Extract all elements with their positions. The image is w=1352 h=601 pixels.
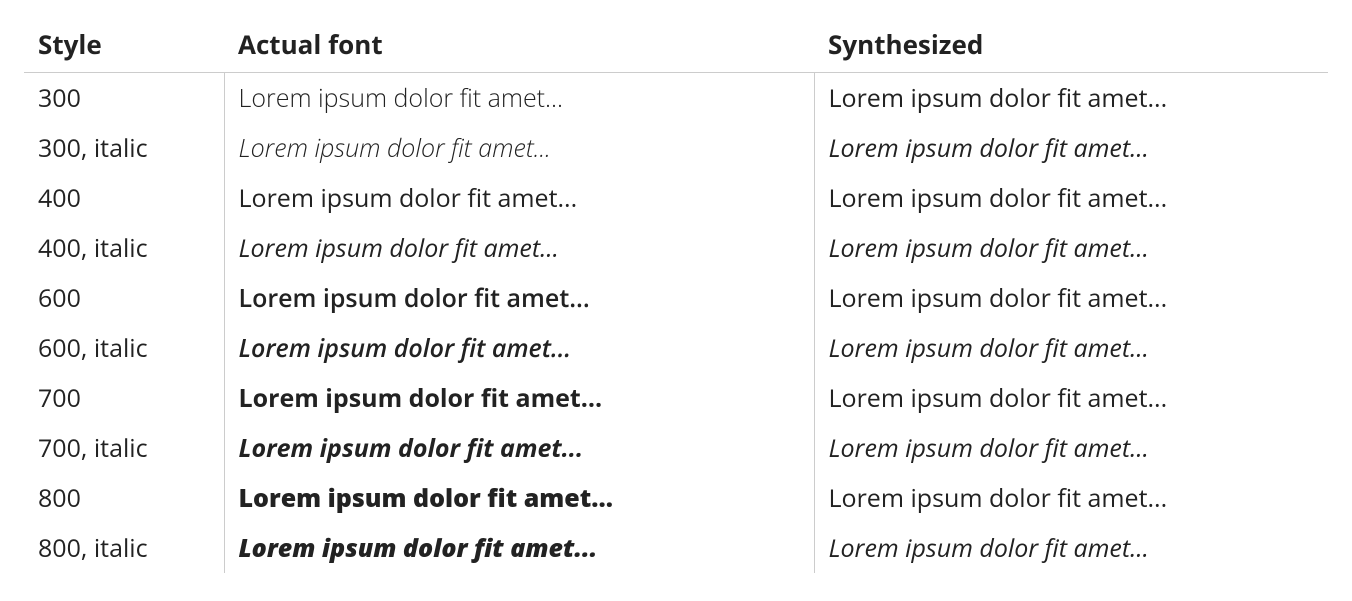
synthesized-sample: Lorem ipsum dolor fit amet...: [814, 123, 1328, 173]
actual-sample: Lorem ipsum dolor fit amet...: [224, 73, 814, 124]
synthesized-sample: Lorem ipsum dolor fit amet...: [814, 273, 1328, 323]
actual-sample: Lorem ipsum dolor fit amet...: [224, 423, 814, 473]
style-label: 300: [24, 73, 224, 124]
synthesized-sample: Lorem ipsum dolor fit amet...: [814, 173, 1328, 223]
actual-sample: Lorem ipsum dolor fit amet...: [224, 223, 814, 273]
actual-sample: Lorem ipsum dolor fit amet...: [224, 523, 814, 573]
style-label: 600: [24, 273, 224, 323]
style-label: 400, italic: [24, 223, 224, 273]
table-row: 700 Lorem ipsum dolor fit amet... Lorem …: [24, 373, 1328, 423]
actual-sample: Lorem ipsum dolor fit amet...: [224, 173, 814, 223]
table-row: 800 Lorem ipsum dolor fit amet... Lorem …: [24, 473, 1328, 523]
actual-sample: Lorem ipsum dolor fit amet...: [224, 123, 814, 173]
table-row: 300, italic Lorem ipsum dolor fit amet..…: [24, 123, 1328, 173]
style-label: 400: [24, 173, 224, 223]
table-row: 600, italic Lorem ipsum dolor fit amet..…: [24, 323, 1328, 373]
header-style: Style: [24, 20, 224, 73]
font-comparison-table: Style Actual font Synthesized 300 Lorem …: [24, 20, 1328, 573]
table-row: 400, italic Lorem ipsum dolor fit amet..…: [24, 223, 1328, 273]
table-header-row: Style Actual font Synthesized: [24, 20, 1328, 73]
table-row: 600 Lorem ipsum dolor fit amet... Lorem …: [24, 273, 1328, 323]
style-label: 300, italic: [24, 123, 224, 173]
header-actual: Actual font: [224, 20, 814, 73]
table-row: 800, italic Lorem ipsum dolor fit amet..…: [24, 523, 1328, 573]
actual-sample: Lorem ipsum dolor fit amet...: [224, 473, 814, 523]
table-row: 300 Lorem ipsum dolor fit amet... Lorem …: [24, 73, 1328, 124]
synthesized-sample: Lorem ipsum dolor fit amet...: [814, 423, 1328, 473]
actual-sample: Lorem ipsum dolor fit amet...: [224, 323, 814, 373]
style-label: 800, italic: [24, 523, 224, 573]
header-synthesized: Synthesized: [814, 20, 1328, 73]
synthesized-sample: Lorem ipsum dolor fit amet...: [814, 73, 1328, 124]
synthesized-sample: Lorem ipsum dolor fit amet...: [814, 523, 1328, 573]
actual-sample: Lorem ipsum dolor fit amet...: [224, 373, 814, 423]
style-label: 700, italic: [24, 423, 224, 473]
style-label: 600, italic: [24, 323, 224, 373]
synthesized-sample: Lorem ipsum dolor fit amet...: [814, 373, 1328, 423]
synthesized-sample: Lorem ipsum dolor fit amet...: [814, 323, 1328, 373]
style-label: 700: [24, 373, 224, 423]
style-label: 800: [24, 473, 224, 523]
actual-sample: Lorem ipsum dolor fit amet...: [224, 273, 814, 323]
synthesized-sample: Lorem ipsum dolor fit amet...: [814, 223, 1328, 273]
table-row: 700, italic Lorem ipsum dolor fit amet..…: [24, 423, 1328, 473]
synthesized-sample: Lorem ipsum dolor fit amet...: [814, 473, 1328, 523]
table-row: 400 Lorem ipsum dolor fit amet... Lorem …: [24, 173, 1328, 223]
